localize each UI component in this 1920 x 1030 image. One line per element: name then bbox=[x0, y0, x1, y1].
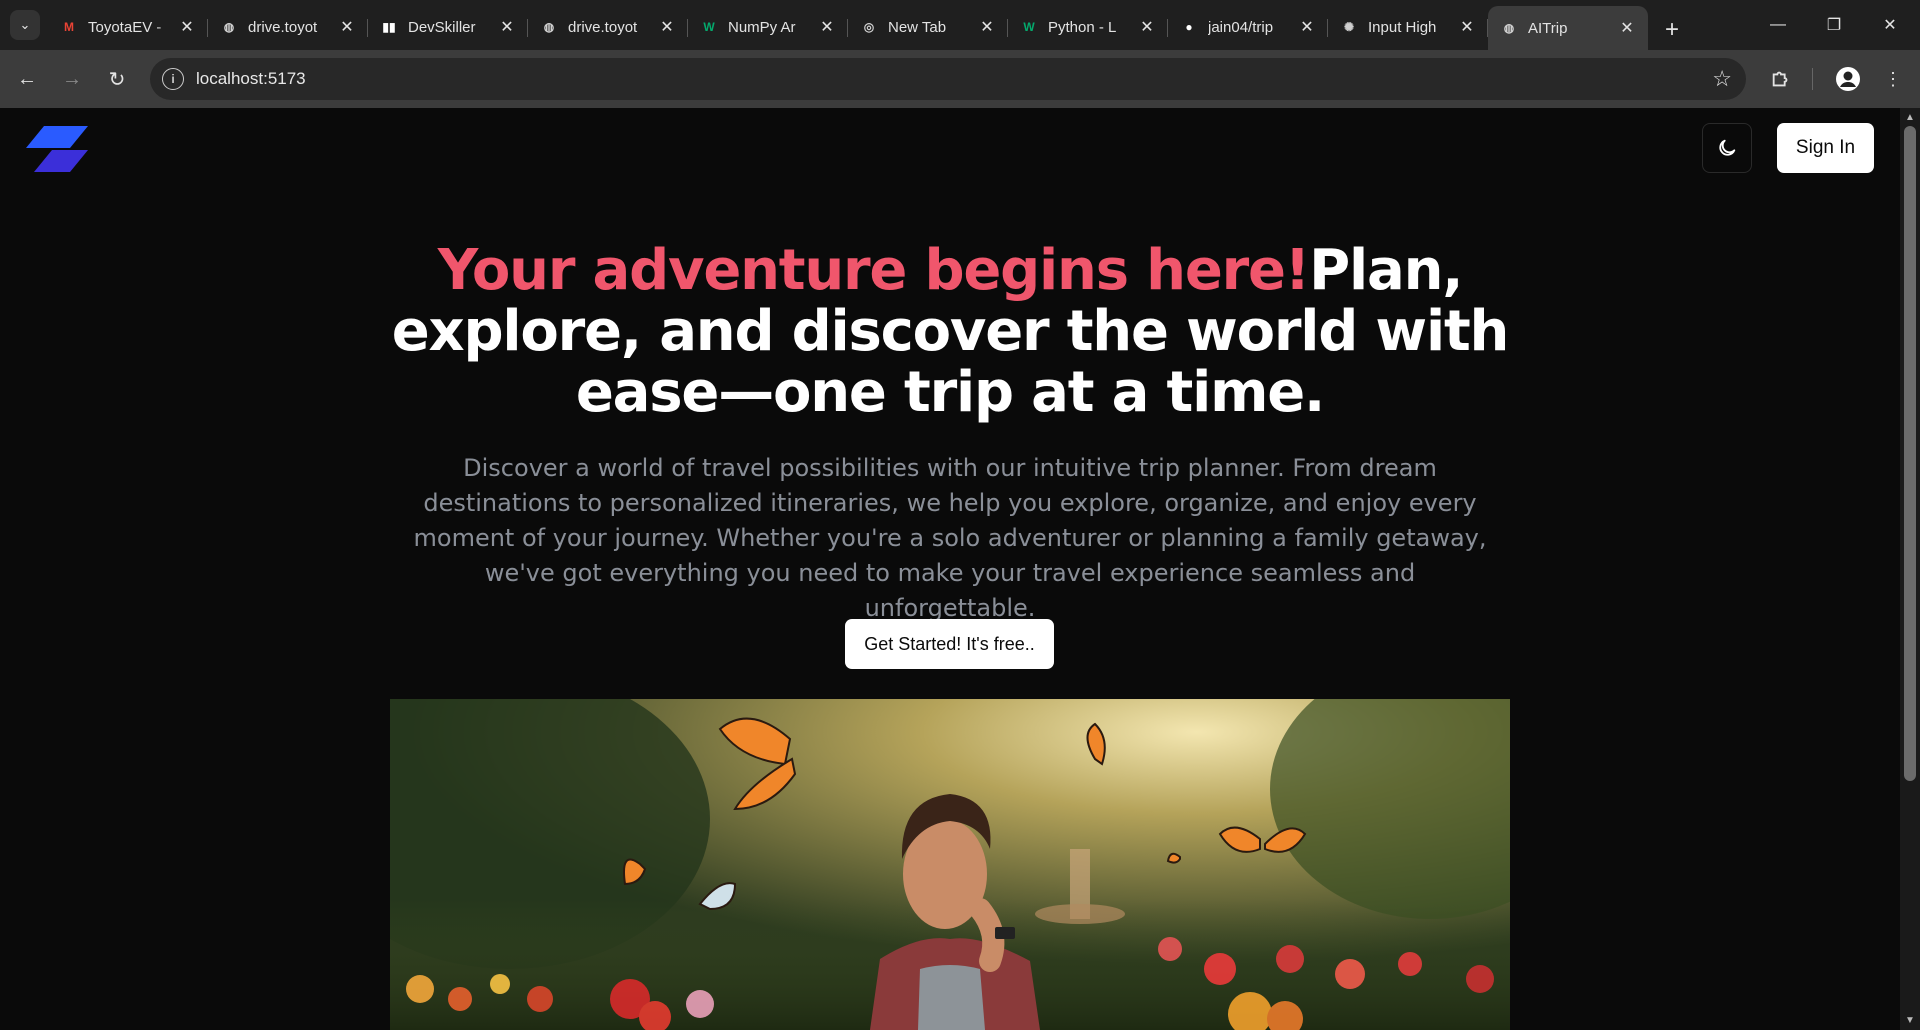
browser-menu-button[interactable]: ⋮ bbox=[1876, 62, 1910, 96]
w3schools-icon: W bbox=[1023, 20, 1035, 34]
close-tab-icon[interactable]: ✕ bbox=[1458, 17, 1476, 37]
url-text[interactable]: localhost:5173 bbox=[196, 69, 306, 89]
openai-icon: ✺ bbox=[1343, 20, 1355, 34]
close-tab-icon[interactable]: ✕ bbox=[178, 17, 196, 37]
app-logo[interactable] bbox=[26, 126, 88, 172]
forward-button[interactable]: → bbox=[55, 62, 89, 96]
get-started-button[interactable]: Get Started! It's free.. bbox=[845, 619, 1054, 669]
toolbar-divider bbox=[1812, 68, 1813, 90]
scroll-up-icon[interactable]: ▲ bbox=[1905, 112, 1915, 123]
close-icon: ✕ bbox=[1883, 17, 1897, 34]
tab-strip: M ToyotaEV - ✕ ◍ drive.toyot ✕ ▮▮ DevSkiller ✕ ◍ d… bbox=[48, 6, 1690, 50]
extensions-button[interactable] bbox=[1764, 62, 1798, 96]
moon-icon bbox=[1719, 139, 1736, 156]
reload-icon: ↻ bbox=[108, 68, 126, 91]
close-tab-icon[interactable]: ✕ bbox=[818, 17, 836, 37]
sign-in-button[interactable]: Sign In bbox=[1777, 123, 1874, 173]
close-tab-icon[interactable]: ✕ bbox=[658, 17, 676, 37]
browser-tab[interactable]: W NumPy Ar ✕ bbox=[688, 8, 848, 46]
scrollbar-thumb[interactable] bbox=[1904, 126, 1916, 781]
theme-toggle-button[interactable] bbox=[1702, 123, 1752, 173]
logo-bottom-shape bbox=[34, 150, 88, 172]
tab-title: New Tab bbox=[888, 18, 947, 36]
minimize-button[interactable]: — bbox=[1750, 0, 1806, 50]
tab-title: NumPy Ar bbox=[728, 18, 796, 36]
tab-search-button[interactable]: ⌄ bbox=[10, 10, 40, 40]
arrow-left-icon: ← bbox=[17, 67, 37, 90]
tab-title: jain04/trip bbox=[1208, 18, 1274, 36]
tab-title: drive.toyot bbox=[568, 18, 638, 36]
minimize-icon: — bbox=[1770, 16, 1786, 33]
kebab-menu-icon: ⋮ bbox=[1884, 68, 1902, 89]
logo-top-shape bbox=[26, 126, 88, 148]
github-icon: ● bbox=[1185, 20, 1193, 34]
close-tab-icon[interactable]: ✕ bbox=[978, 17, 996, 37]
browser-tab[interactable]: ◍ AITrip ✕ bbox=[1488, 6, 1648, 50]
restore-button[interactable]: ❐ bbox=[1806, 0, 1862, 50]
chrome-icon: ◎ bbox=[863, 20, 875, 34]
browser-tab-bar: ⌄ M ToyotaEV - ✕ ◍ drive.toyot ✕ ▮▮ DevSkiller ✕… bbox=[0, 0, 1920, 50]
browser-tab[interactable]: ◎ New Tab ✕ bbox=[848, 8, 1008, 46]
close-tab-icon[interactable]: ✕ bbox=[1298, 17, 1316, 37]
browser-tab[interactable]: ◍ drive.toyot ✕ bbox=[528, 8, 688, 46]
browser-tab[interactable]: ✺ Input High ✕ bbox=[1328, 8, 1488, 46]
page-scrollbar[interactable]: ▲ ▼ bbox=[1900, 108, 1920, 1030]
restore-icon: ❐ bbox=[1826, 17, 1842, 34]
hero-image bbox=[390, 699, 1510, 1030]
globe-icon: ◍ bbox=[223, 20, 235, 34]
tab-title: DevSkiller bbox=[408, 18, 476, 36]
close-tab-icon[interactable]: ✕ bbox=[338, 17, 356, 37]
browser-tab[interactable]: ◍ drive.toyot ✕ bbox=[208, 8, 368, 46]
puzzle-icon bbox=[1772, 71, 1788, 87]
chevron-down-icon: ⌄ bbox=[19, 17, 31, 32]
close-tab-icon[interactable]: ✕ bbox=[1138, 17, 1156, 37]
hero-headline: Your adventure begins here!Plan, explore… bbox=[390, 240, 1510, 423]
gmail-icon: M bbox=[64, 20, 74, 34]
tab-title: ToyotaEV - bbox=[88, 18, 162, 36]
new-tab-button[interactable]: + bbox=[1654, 12, 1690, 48]
w3schools-icon: W bbox=[703, 20, 715, 34]
hero-description: Discover a world of travel possibilities… bbox=[413, 454, 1487, 622]
browser-tab[interactable]: W Python - L ✕ bbox=[1008, 8, 1168, 46]
tab-title: Input High bbox=[1368, 18, 1437, 36]
headline-accent: Your adventure begins here! bbox=[437, 238, 1311, 303]
tab-title: drive.toyot bbox=[248, 18, 318, 36]
avatar bbox=[1836, 67, 1860, 91]
devskiller-icon: ▮▮ bbox=[382, 20, 396, 34]
bookmark-star-icon[interactable]: ☆ bbox=[1712, 66, 1732, 92]
close-window-button[interactable]: ✕ bbox=[1862, 0, 1918, 50]
tab-title: Python - L bbox=[1048, 18, 1117, 36]
profile-button[interactable] bbox=[1831, 62, 1865, 96]
back-button[interactable]: ← bbox=[10, 62, 44, 96]
browser-tab[interactable]: M ToyotaEV - ✕ bbox=[48, 8, 208, 46]
close-tab-icon[interactable]: ✕ bbox=[498, 17, 516, 37]
globe-icon: ◍ bbox=[543, 20, 555, 34]
reload-button[interactable]: ↻ bbox=[100, 62, 134, 96]
arrow-right-icon: → bbox=[62, 67, 82, 90]
browser-toolbar: ← → ↻ i localhost:5173 ☆ ⋮ bbox=[0, 50, 1920, 108]
browser-tab[interactable]: ▮▮ DevSkiller ✕ bbox=[368, 8, 528, 46]
close-tab-icon[interactable]: ✕ bbox=[1618, 18, 1636, 38]
scroll-down-icon[interactable]: ▼ bbox=[1905, 1015, 1915, 1026]
tab-title: AITrip bbox=[1528, 19, 1568, 37]
globe-icon: ◍ bbox=[1503, 21, 1515, 35]
browser-tab[interactable]: ● jain04/trip ✕ bbox=[1168, 8, 1328, 46]
page-viewport: Sign In Your adventure begins here!Plan,… bbox=[0, 108, 1900, 1030]
site-info-icon[interactable]: i bbox=[162, 68, 184, 90]
address-bar[interactable]: i localhost:5173 ☆ bbox=[150, 58, 1746, 100]
